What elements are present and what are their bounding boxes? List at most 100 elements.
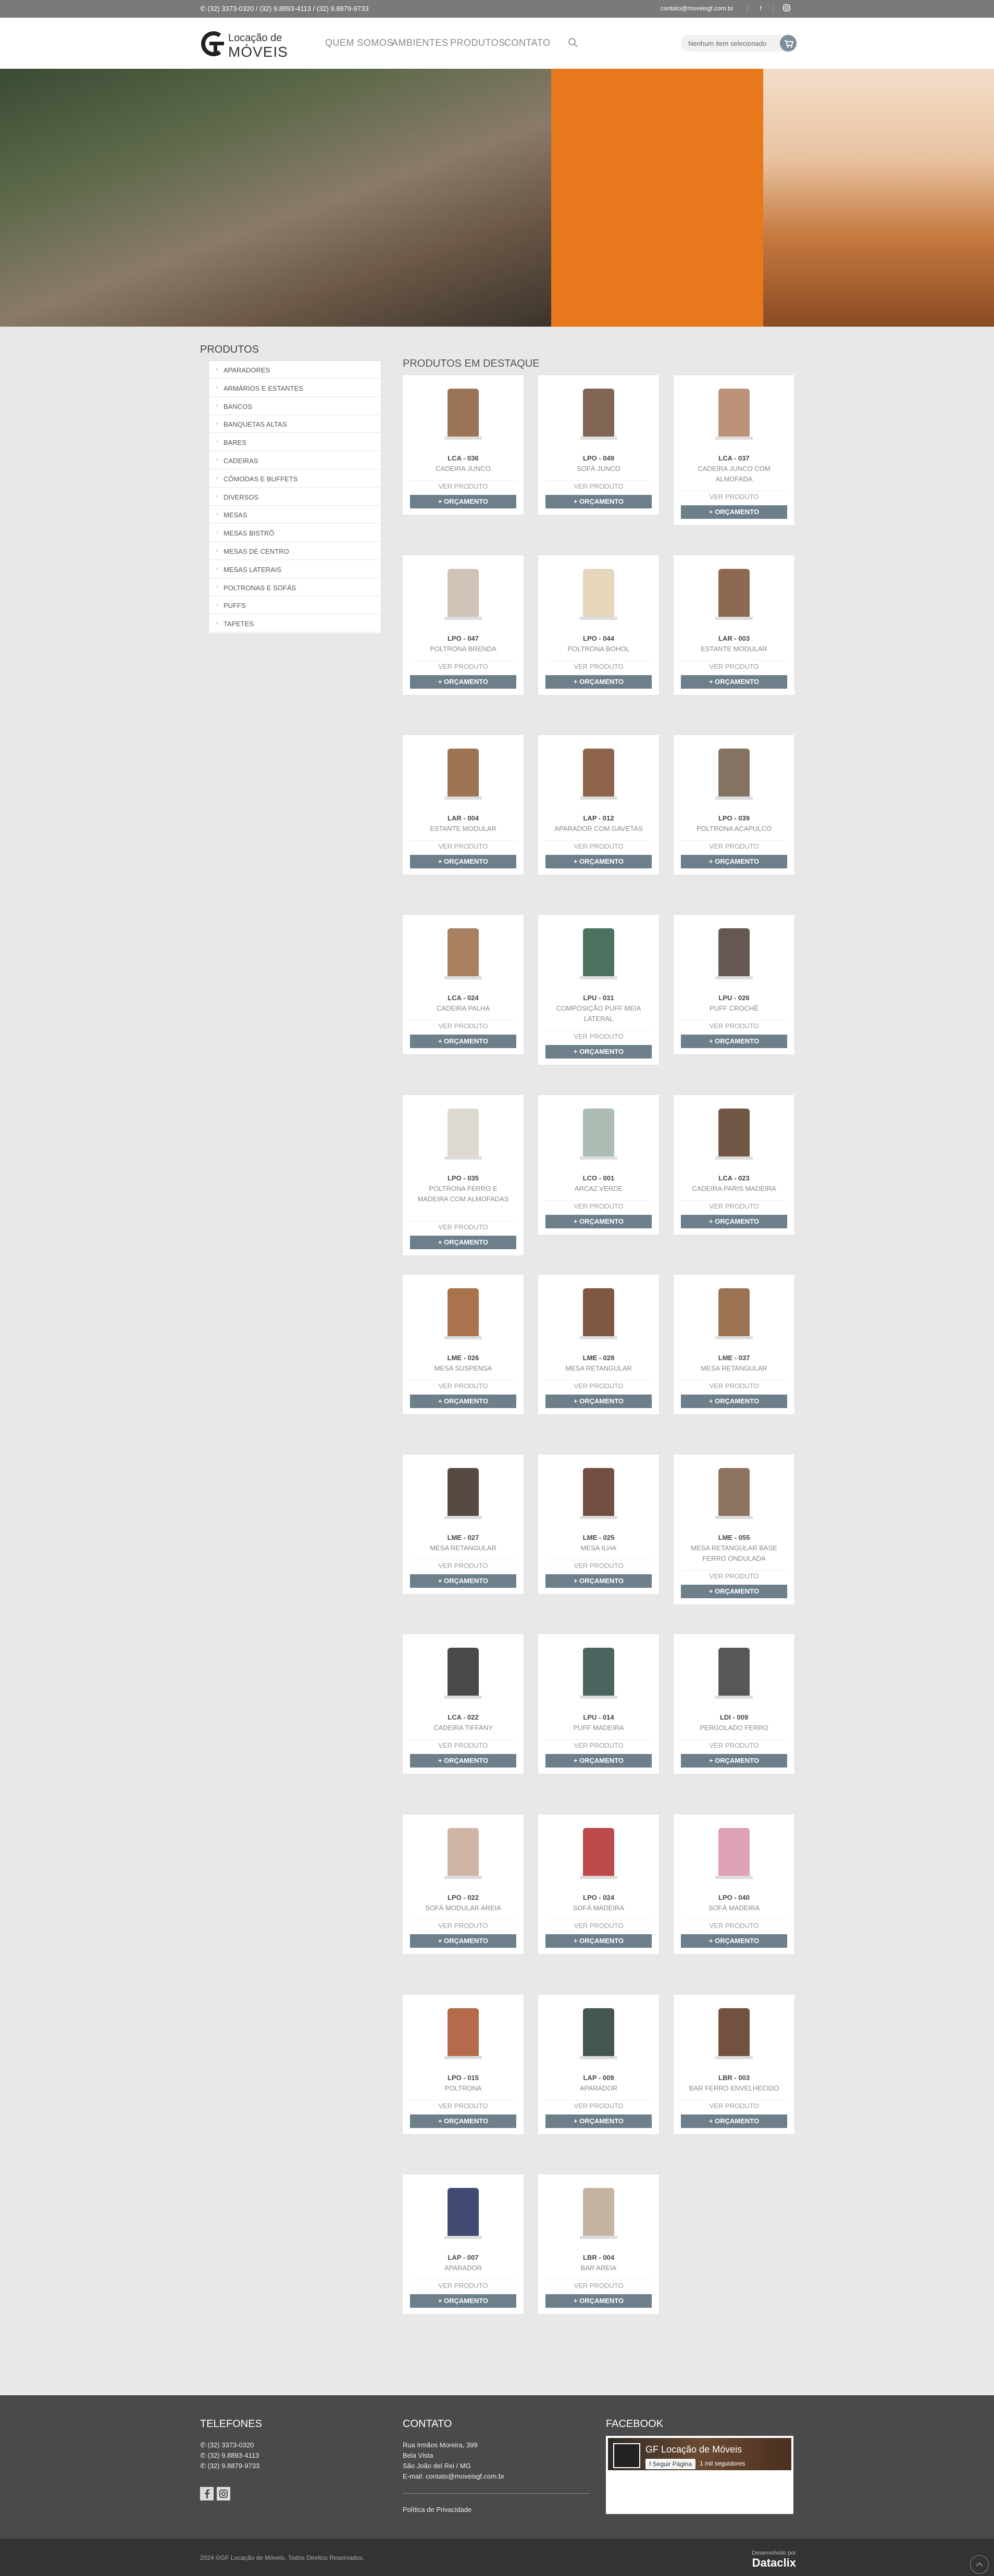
- product-image[interactable]: [674, 915, 794, 992]
- footer-phone[interactable]: ✆ (32) 9.8879-9733: [200, 2462, 259, 2470]
- quote-button[interactable]: + ORÇAMENTO: [545, 2114, 652, 2128]
- product-image[interactable]: [674, 1275, 794, 1352]
- product-image[interactable]: [403, 2174, 524, 2251]
- product-image[interactable]: [403, 1995, 524, 2072]
- sidebar-category-item[interactable]: › DIVERSOS: [209, 488, 381, 506]
- hero-slider[interactable]: [0, 69, 994, 327]
- nav-produtos[interactable]: PRODUTOS: [450, 38, 505, 48]
- view-product-link[interactable]: VER PRODUTO: [681, 661, 787, 673]
- footer-phone[interactable]: ✆ (32) 9.8893-4113: [200, 2451, 259, 2460]
- product-image[interactable]: [403, 735, 524, 812]
- product-image[interactable]: [674, 1634, 794, 1711]
- product-image[interactable]: [538, 915, 659, 992]
- quote-button[interactable]: + ORÇAMENTO: [410, 1035, 516, 1048]
- quote-button[interactable]: + ORÇAMENTO: [545, 1215, 652, 1228]
- product-image[interactable]: [538, 1454, 659, 1532]
- facebook-widget[interactable]: GF Locação de Móveis f Seguir Página 1 m…: [606, 2436, 793, 2514]
- view-product-link[interactable]: VER PRODUTO: [410, 1221, 516, 1233]
- facebook-page-name[interactable]: GF Locação de Móveis: [645, 2444, 742, 2455]
- quote-button[interactable]: + ORÇAMENTO: [681, 1934, 787, 1948]
- view-product-link[interactable]: VER PRODUTO: [545, 661, 652, 673]
- facebook-icon[interactable]: f: [756, 4, 765, 13]
- quote-button[interactable]: + ORÇAMENTO: [545, 855, 652, 868]
- product-card[interactable]: LPO - 022 SOFÁ MODULAR AREIA VER PRODUTO + …: [403, 1814, 524, 1954]
- product-image[interactable]: [674, 555, 794, 632]
- view-product-link[interactable]: VER PRODUTO: [681, 1020, 787, 1032]
- quote-button[interactable]: + ORÇAMENTO: [681, 1395, 787, 1408]
- product-card[interactable]: LME - 027 MESA RETANGULAR VER PRODUTO + ORÇ…: [403, 1454, 524, 1594]
- product-card[interactable]: LPO - 044 POLTRONA BOHOL VER PRODUTO + ORÇA…: [538, 555, 659, 695]
- view-product-link[interactable]: VER PRODUTO: [681, 1570, 787, 1582]
- product-card[interactable]: LPU - 014 PUFF MADEIRA VER PRODUTO + ORÇAME…: [538, 1634, 659, 1774]
- view-product-link[interactable]: VER PRODUTO: [410, 661, 516, 673]
- product-image[interactable]: [403, 1814, 524, 1891]
- view-product-link[interactable]: VER PRODUTO: [681, 1200, 787, 1212]
- product-image[interactable]: [403, 1634, 524, 1711]
- quote-button[interactable]: + ORÇAMENTO: [681, 1754, 787, 1768]
- quote-button[interactable]: + ORÇAMENTO: [545, 1934, 652, 1948]
- product-image[interactable]: [403, 1275, 524, 1352]
- product-card[interactable]: LME - 026 MESA SUSPENSA VER PRODUTO + ORÇAM…: [403, 1275, 524, 1414]
- quote-button[interactable]: + ORÇAMENTO: [410, 1934, 516, 1948]
- product-card[interactable]: LAP - 007 APARADOR VER PRODUTO + ORÇAMENTO: [403, 2174, 524, 2314]
- sidebar-category-item[interactable]: › MESAS LATERAIS: [209, 561, 381, 578]
- product-card[interactable]: LAR - 003 ESTANTE MODULAR VER PRODUTO + ORÇ…: [674, 555, 794, 695]
- view-product-link[interactable]: VER PRODUTO: [410, 480, 516, 492]
- product-card[interactable]: LDI - 009 PERGOLADO FERRO VER PRODUTO + ORÇ…: [674, 1634, 794, 1774]
- product-image[interactable]: [538, 375, 659, 452]
- product-image[interactable]: [674, 1454, 794, 1532]
- quote-button[interactable]: + ORÇAMENTO: [545, 1754, 652, 1768]
- product-card[interactable]: LBR - 004 BAR AREIA VER PRODUTO + ORÇAMENTO: [538, 2174, 659, 2314]
- sidebar-category-item[interactable]: › ARMÁRIOS E ESTANTES: [209, 379, 381, 397]
- product-card[interactable]: LPO - 039 POLTRONA ACAPULCO VER PRODUTO + O…: [674, 735, 794, 875]
- sidebar-category-item[interactable]: › CÔMODAS E BUFFETS: [209, 470, 381, 488]
- view-product-link[interactable]: VER PRODUTO: [410, 840, 516, 852]
- product-card[interactable]: LCA - 022 CADEIRA TIFFANY VER PRODUTO + ORÇ…: [403, 1634, 524, 1774]
- product-image[interactable]: [403, 555, 524, 632]
- product-image[interactable]: [403, 1454, 524, 1532]
- sidebar-category-item[interactable]: › PUFFS: [209, 596, 381, 615]
- product-image[interactable]: [674, 735, 794, 812]
- nav-ambientes[interactable]: AMBIENTES: [392, 38, 449, 48]
- quote-button[interactable]: + ORÇAMENTO: [681, 1215, 787, 1228]
- facebook-follow-button[interactable]: f Seguir Página: [645, 2459, 695, 2469]
- product-image[interactable]: [403, 915, 524, 992]
- top-email-link[interactable]: contato@moveisgf.com.br: [661, 5, 734, 12]
- quote-button[interactable]: + ORÇAMENTO: [410, 1754, 516, 1768]
- sidebar-category-item[interactable]: › BARES: [209, 433, 381, 452]
- product-image[interactable]: [538, 1634, 659, 1711]
- view-product-link[interactable]: VER PRODUTO: [545, 2280, 652, 2292]
- sidebar-category-item[interactable]: › POLTRONAS E SOFÁS: [209, 579, 381, 596]
- instagram-icon[interactable]: [217, 2487, 230, 2500]
- view-product-link[interactable]: VER PRODUTO: [545, 840, 652, 852]
- view-product-link[interactable]: VER PRODUTO: [410, 1020, 516, 1032]
- privacy-link[interactable]: Política de Privacidade: [403, 2506, 471, 2513]
- quote-button[interactable]: + ORÇAMENTO: [681, 2114, 787, 2128]
- product-card[interactable]: LPO - 047 POLTRONA BRENDA VER PRODUTO + ORÇ…: [403, 555, 524, 695]
- quote-button[interactable]: + ORÇAMENTO: [545, 1045, 652, 1059]
- view-product-link[interactable]: VER PRODUTO: [545, 480, 652, 492]
- sidebar-category-item[interactable]: › CADEIRAS: [209, 452, 381, 469]
- sidebar-category-item[interactable]: › TAPETES: [209, 615, 381, 633]
- quote-button[interactable]: + ORÇAMENTO: [410, 1236, 516, 1249]
- quote-button[interactable]: + ORÇAMENTO: [545, 1395, 652, 1408]
- view-product-link[interactable]: VER PRODUTO: [681, 1920, 787, 1932]
- product-card[interactable]: LPO - 040 SOFÁ MADEIRA VER PRODUTO + ORÇAME…: [674, 1814, 794, 1954]
- quote-button[interactable]: + ORÇAMENTO: [681, 505, 787, 519]
- product-image[interactable]: [674, 1814, 794, 1891]
- quote-button[interactable]: + ORÇAMENTO: [410, 855, 516, 868]
- quote-button[interactable]: + ORÇAMENTO: [410, 1574, 516, 1588]
- sidebar-category-item[interactable]: › APARADORES: [209, 361, 381, 379]
- quote-button[interactable]: + ORÇAMENTO: [681, 855, 787, 868]
- quote-button[interactable]: + ORÇAMENTO: [410, 675, 516, 689]
- view-product-link[interactable]: VER PRODUTO: [545, 1380, 652, 1392]
- sidebar-category-item[interactable]: › BANQUETAS ALTAS: [209, 415, 381, 433]
- view-product-link[interactable]: VER PRODUTO: [545, 1920, 652, 1932]
- sidebar-category-item[interactable]: › MESAS: [209, 506, 381, 524]
- product-card[interactable]: LAP - 012 APARADOR COM GAVETAS VER PRODUTO…: [538, 735, 659, 875]
- product-card[interactable]: LCA - 023 CADEIRA PARIS MADEIRA VER PRODUT…: [674, 1095, 794, 1235]
- view-product-link[interactable]: VER PRODUTO: [410, 1920, 516, 1932]
- nav-quem-somos[interactable]: QUEM SOMOS: [325, 38, 393, 48]
- quote-button[interactable]: + ORÇAMENTO: [545, 2294, 652, 2308]
- product-card[interactable]: LME - 055 MESA RETANGULAR BASE FERRO ONDU…: [674, 1454, 794, 1604]
